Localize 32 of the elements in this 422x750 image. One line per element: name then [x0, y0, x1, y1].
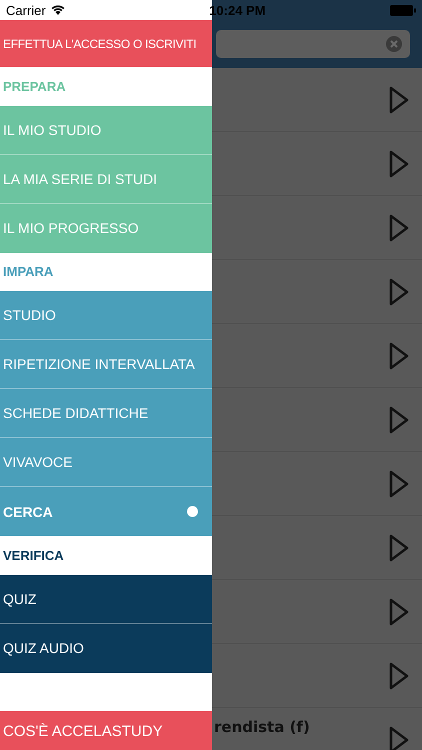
- battery-icon: [390, 4, 416, 16]
- play-icon[interactable]: [388, 596, 410, 626]
- play-icon[interactable]: [388, 148, 410, 178]
- section-header: PREPARA: [2, 78, 67, 96]
- menu-item[interactable]: RIPETIZIONE INTERVALLATA: [0, 340, 212, 390]
- menu-item[interactable]: VIVAVOCE: [0, 438, 212, 488]
- wifi-icon: [50, 5, 65, 15]
- play-icon[interactable]: [388, 276, 410, 306]
- play-icon[interactable]: [388, 340, 410, 370]
- play-icon[interactable]: [388, 532, 410, 562]
- clear-icon[interactable]: [386, 36, 402, 52]
- search-field[interactable]: [216, 30, 410, 58]
- play-icon[interactable]: [388, 724, 410, 750]
- menu-item[interactable]: LA MIA SERIE DI STUDI: [0, 154, 212, 204]
- menu-item[interactable]: STUDIO: [0, 291, 212, 340]
- menu-item[interactable]: IL MIO PROGRESSO: [0, 204, 212, 253]
- carrier-label: Carrier: [6, 2, 46, 18]
- row-title: rendista (f): [214, 718, 310, 736]
- menu-item[interactable]: CERCA: [0, 487, 212, 536]
- menu-item[interactable]: IL MIO STUDIO: [0, 106, 212, 155]
- play-icon[interactable]: [388, 468, 410, 498]
- section-header: VERIFICA: [2, 546, 65, 565]
- menu-item[interactable]: QUIZ AUDIO: [0, 624, 212, 673]
- play-icon[interactable]: [388, 660, 410, 690]
- play-icon[interactable]: [388, 212, 410, 242]
- menu-item[interactable]: SCHEDE DIDATTICHE: [0, 389, 212, 438]
- play-icon[interactable]: [388, 84, 410, 114]
- play-icon[interactable]: [388, 404, 410, 434]
- about-button[interactable]: COS'È ACCELASTUDY: [0, 711, 212, 750]
- section-header: IMPARA: [2, 263, 54, 282]
- menu-item[interactable]: QUIZ: [0, 574, 212, 624]
- login-button[interactable]: EFFETTUA L'ACCESSO O ISCRIVITI: [0, 20, 212, 68]
